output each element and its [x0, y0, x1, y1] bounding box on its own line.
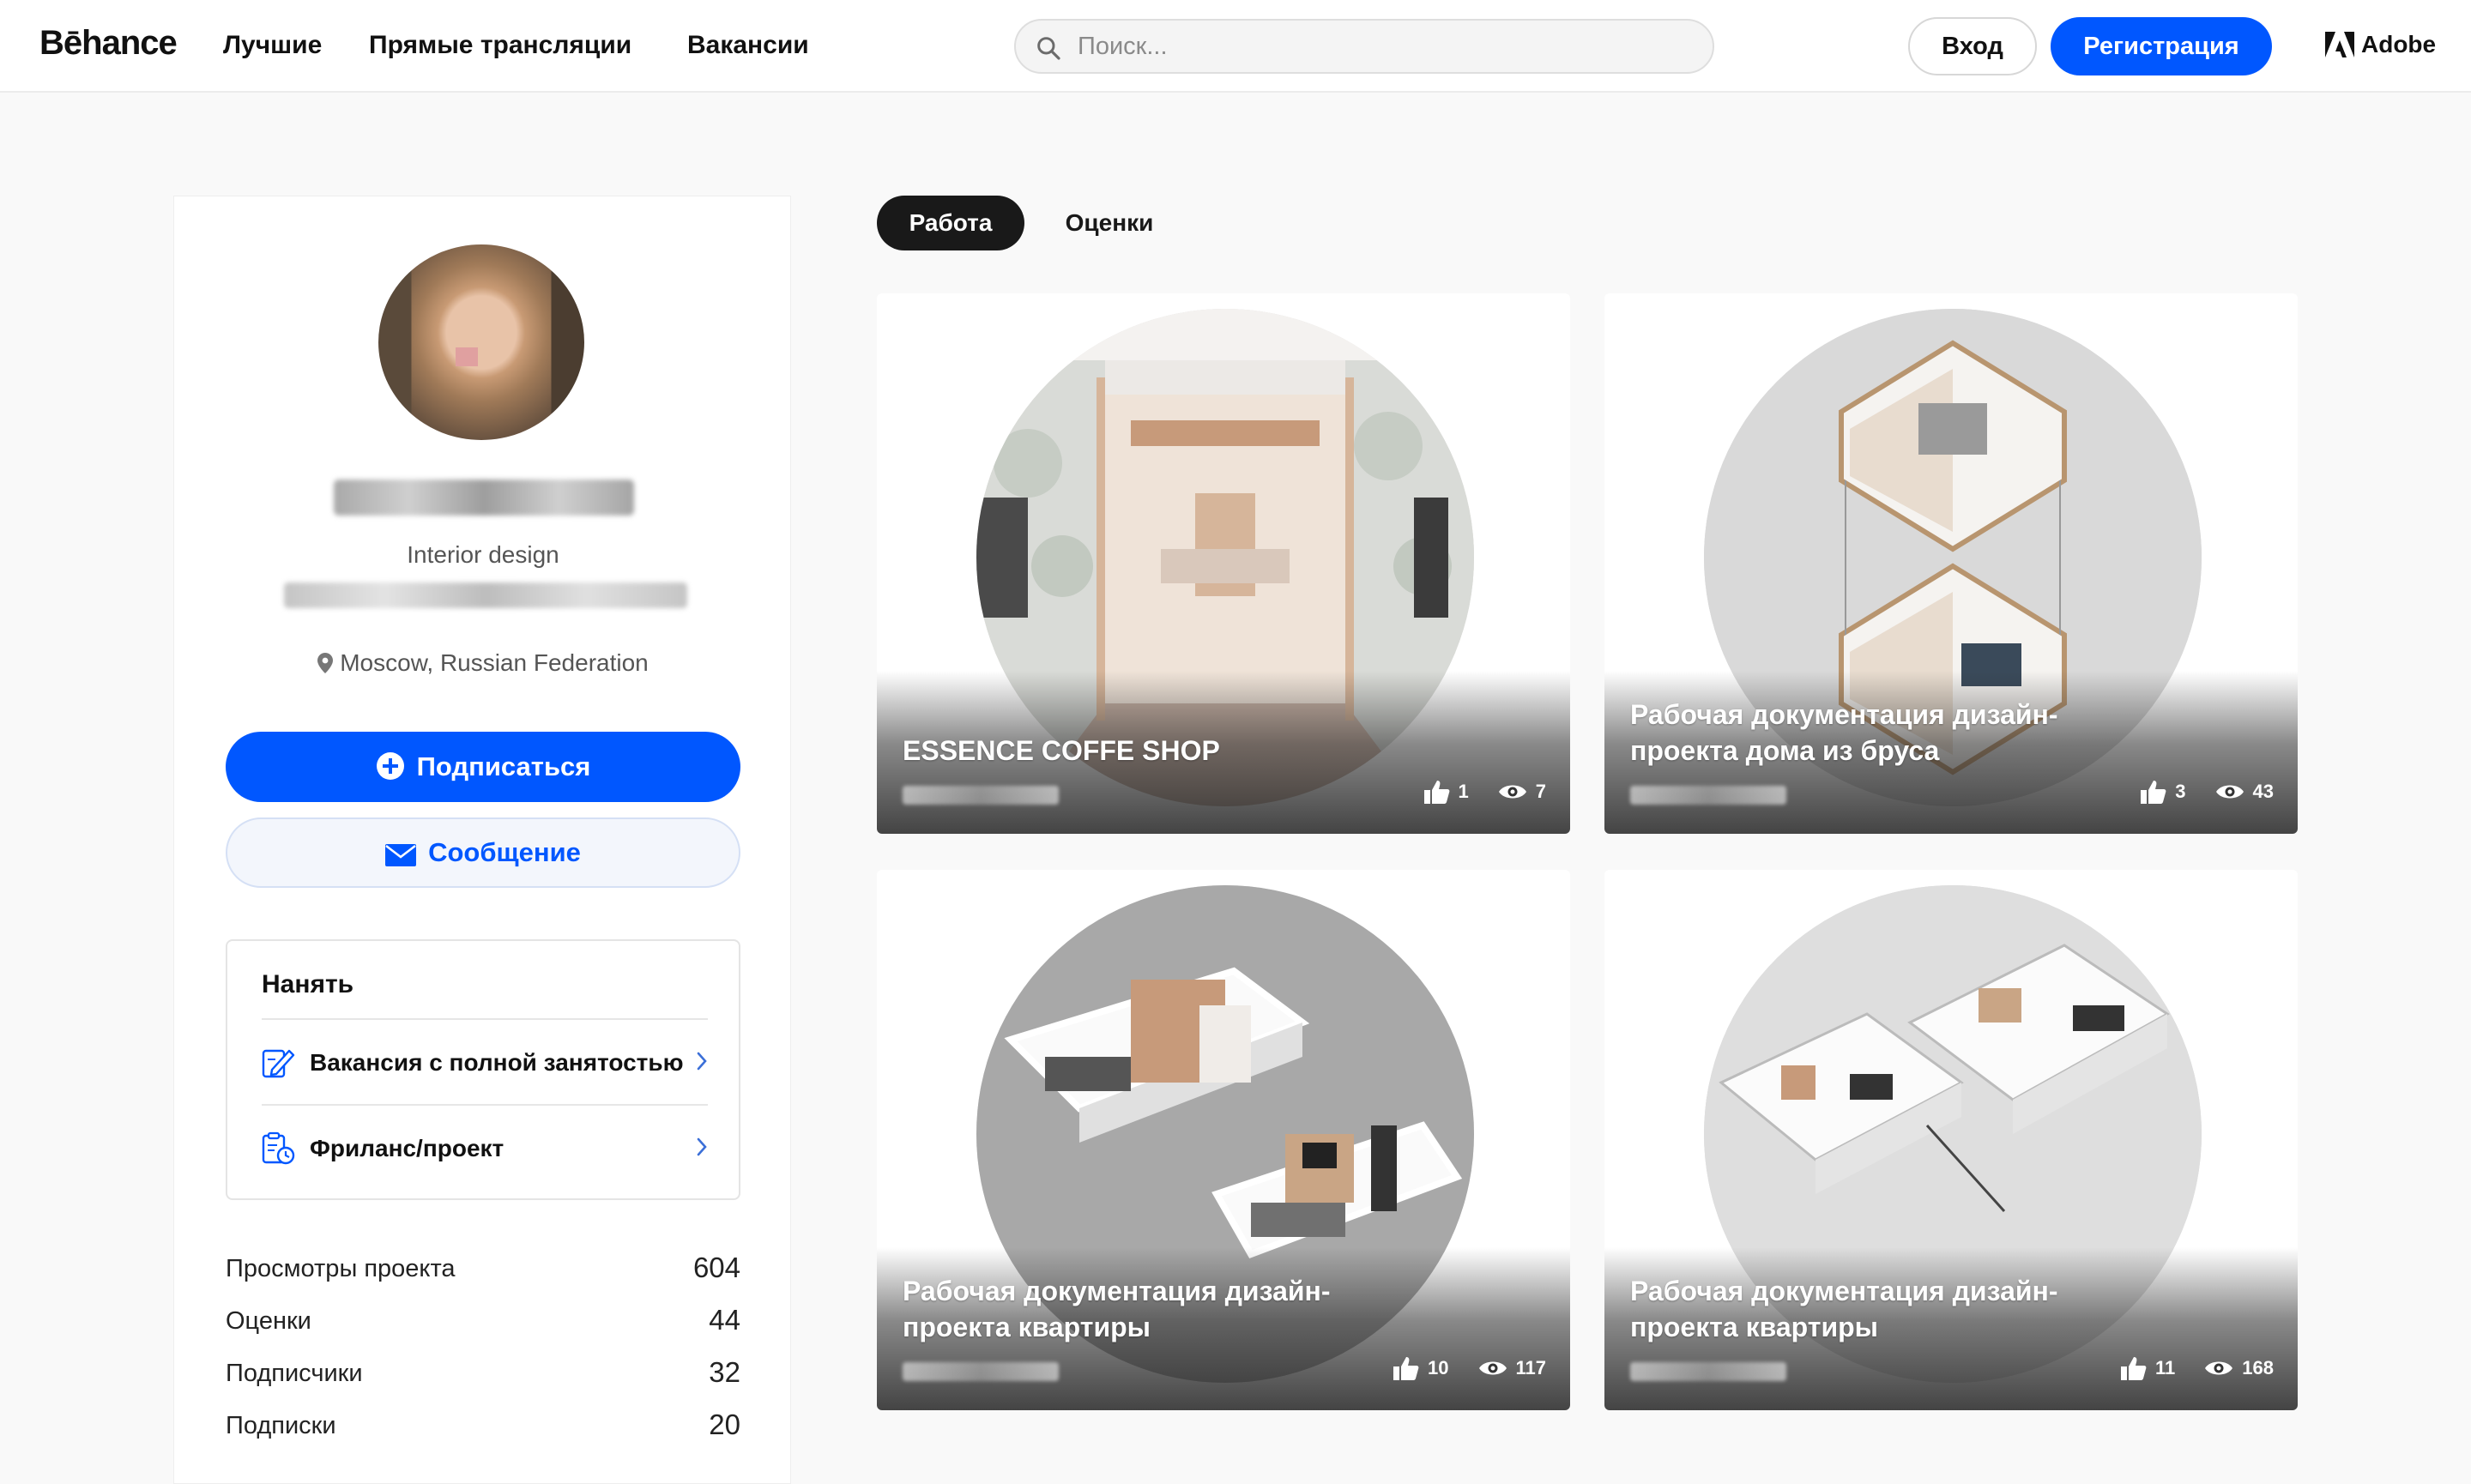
stat-label: Просмотры проекта: [226, 1255, 456, 1282]
stat-value: 44: [709, 1304, 740, 1336]
project-stats: 1 7: [1423, 779, 1546, 805]
likes-count: 1: [1458, 781, 1469, 802]
chevron-right-icon: [697, 1052, 707, 1071]
project-card[interactable]: ESSENCE COFFE SHOP 1 7: [877, 293, 1570, 834]
tab-appreciations[interactable]: Оценки: [1045, 196, 1174, 250]
nav-jobs[interactable]: Вакансии: [687, 31, 809, 60]
eye-icon: [2205, 1361, 2233, 1375]
project-stats: 10 117: [1393, 1355, 1546, 1381]
eye-icon: [1498, 785, 1526, 799]
stat-value: 20: [709, 1409, 740, 1440]
project-stats: 3 43: [2141, 779, 2274, 805]
search-input[interactable]: [1078, 27, 1678, 65]
stat-label: Подписки: [226, 1412, 336, 1439]
profile-occupation: Interior design: [407, 541, 559, 568]
stat-value: 604: [692, 1252, 740, 1283]
likes-count: 10: [1428, 1357, 1449, 1378]
message-label: Сообщение: [428, 837, 581, 867]
adobe-label: Adobe: [2361, 31, 2437, 57]
plus-circle-icon: [376, 752, 404, 780]
clipboard-clock-icon: [262, 1131, 295, 1165]
follow-label: Подписаться: [416, 751, 591, 781]
profile-stats: Просмотры проекта 604 Оценки 44 Подписчики…: [226, 1243, 740, 1452]
thumbs-up-icon: [1423, 781, 1449, 804]
profile-card: Interior design Moscow, Russian Federati…: [173, 196, 791, 1484]
hire-fulltime-option[interactable]: Вакансия с полной занятостью: [260, 1035, 710, 1087]
divider: [262, 1104, 708, 1106]
stat-row: Просмотры проекта 604: [226, 1243, 740, 1295]
nav-best[interactable]: Лучшие: [223, 31, 322, 60]
views-count: 117: [1515, 1357, 1547, 1378]
hire-freelance-label: Фриланс/проект: [310, 1135, 504, 1161]
location-text: Moscow, Russian Federation: [340, 649, 649, 676]
views-count: 43: [2252, 781, 2274, 802]
thumbs-up-icon: [2121, 1357, 2147, 1380]
profile-link-blurred: [284, 582, 687, 608]
profile-name-blurred: [334, 480, 634, 516]
envelope-icon: [385, 844, 417, 866]
follow-button[interactable]: Подписаться: [226, 732, 740, 802]
likes-count: 3: [2175, 781, 2186, 802]
likes-count: 11: [2155, 1357, 2176, 1378]
stat-row[interactable]: Подписки 20: [226, 1400, 740, 1452]
behance-logo[interactable]: Bēhance: [39, 24, 178, 63]
project-title: Рабочая документация дизайн-проекта квар…: [903, 1276, 1331, 1342]
search-box[interactable]: [1014, 19, 1714, 74]
project-title: ESSENCE COFFE SHOP: [903, 735, 1220, 766]
nav-live[interactable]: Прямые трансляции: [369, 31, 631, 60]
project-owner-blurred: [1630, 1362, 1786, 1381]
thumbs-up-icon: [1393, 1357, 1419, 1380]
hire-box: Нанять Вакансия с полной занятостью Фрил…: [226, 939, 740, 1200]
login-button[interactable]: Вход: [1908, 17, 2037, 75]
tab-work[interactable]: Работа: [877, 196, 1024, 250]
stat-row[interactable]: Оценки 44: [226, 1295, 740, 1348]
project-title: Рабочая документация дизайн-проекта дома…: [1630, 699, 2058, 766]
eye-icon: [1478, 1361, 1507, 1375]
hire-fulltime-label: Вакансия с полной занятостью: [310, 1049, 684, 1076]
project-stats: 11 168: [2121, 1355, 2274, 1381]
stat-row[interactable]: Подписчики 32: [226, 1348, 740, 1400]
location-pin-icon: [317, 653, 334, 673]
adobe-logo-icon: [2325, 32, 2354, 57]
project-owner-blurred: [1630, 786, 1786, 805]
edit-document-icon: [262, 1049, 295, 1078]
eye-icon: [2215, 785, 2244, 799]
stat-label: Подписчики: [226, 1360, 363, 1387]
thumbs-up-icon: [2141, 781, 2166, 804]
search-icon: [1037, 37, 1060, 60]
message-button[interactable]: Сообщение: [226, 817, 740, 888]
stat-label: Оценки: [226, 1307, 311, 1335]
project-card[interactable]: Рабочая документация дизайн-проекта дома…: [1604, 293, 2298, 834]
project-owner-blurred: [903, 786, 1059, 805]
chevron-right-icon: [697, 1137, 707, 1156]
project-card[interactable]: Рабочая документация дизайн-проекта квар…: [1604, 870, 2298, 1410]
project-title: Рабочая документация дизайн-проекта квар…: [1630, 1276, 2058, 1342]
profile-location: Moscow, Russian Federation: [174, 649, 792, 677]
top-header: Bēhance Лучшие Прямые трансляции Ваканси…: [0, 0, 2471, 93]
signup-button[interactable]: Регистрация: [2051, 17, 2272, 75]
views-count: 168: [2242, 1357, 2274, 1378]
project-owner-blurred: [903, 1362, 1059, 1381]
divider: [262, 1018, 708, 1020]
views-count: 7: [1535, 781, 1546, 802]
hire-freelance-option[interactable]: Фриланс/проект: [260, 1121, 710, 1173]
adobe-link[interactable]: Adobe: [2325, 31, 2436, 58]
stat-value: 32: [709, 1356, 740, 1388]
avatar-pixel: [456, 347, 478, 366]
avatar: [378, 244, 584, 440]
hire-title: Нанять: [262, 970, 354, 998]
project-card[interactable]: Рабочая документация дизайн-проекта квар…: [877, 870, 1570, 1410]
